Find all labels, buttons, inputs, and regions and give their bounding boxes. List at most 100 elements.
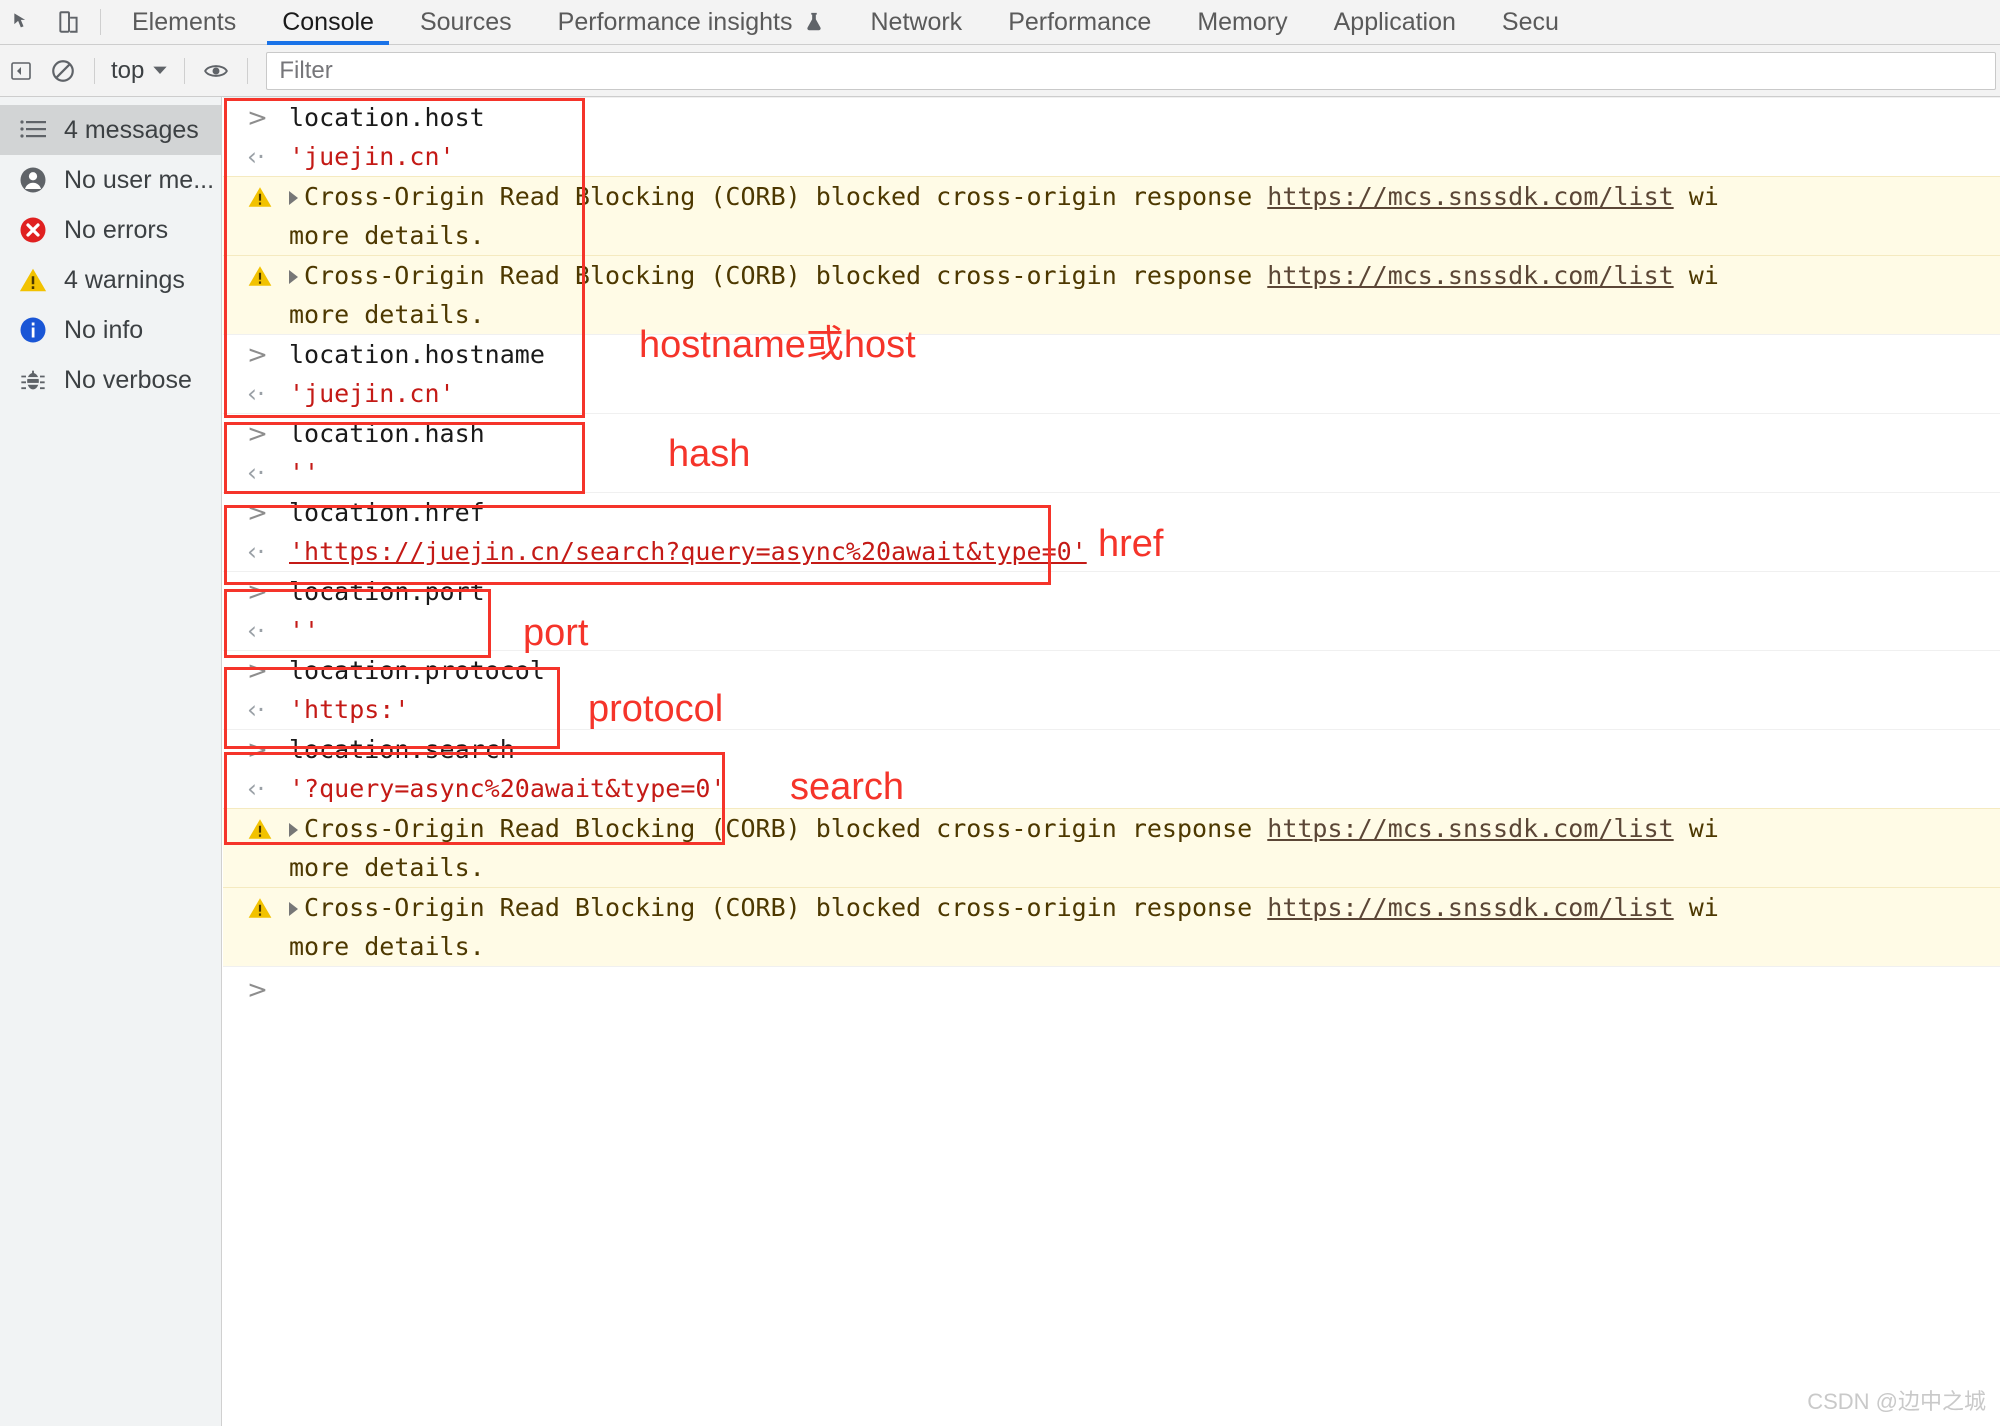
tab-elements[interactable]: Elements [109,0,259,45]
user-icon [18,165,48,195]
console-input-row[interactable]: > location.protocol [223,650,2000,690]
console-warning-row-continued: more details. [223,295,2000,334]
sidebar-item-label: No errors [64,215,169,244]
tab-label: Elements [132,7,237,36]
annotation-label-hash: hash [668,433,751,475]
warning-link[interactable]: https://mcs.snssdk.com/list [1267,814,1673,843]
tab-sources[interactable]: Sources [397,0,535,45]
annotation-label-protocol: protocol [588,688,724,730]
return-glyph: ‹· [247,458,265,487]
csdn-watermark: CSDN @边中之城 [1807,1389,1986,1414]
sidebar-item-user-messages[interactable]: No user me... [0,155,221,205]
expand-triangle-icon[interactable] [289,823,298,837]
console-input-row[interactable]: > location.hostname [223,334,2000,374]
list-icon [18,115,48,145]
console-expression: location.search [289,735,515,764]
console-log-area[interactable]: > location.host ‹· 'juejin.cn' Cross-Origi… [223,97,2000,1426]
console-value: 'juejin.cn' [289,379,455,408]
sidebar-item-label: No user me... [64,165,215,194]
console-prompt-row[interactable]: > [223,966,2000,1013]
warning-text: Cross-Origin Read Blocking (CORB) blocke… [304,261,1268,290]
toolbar-divider [94,57,95,84]
console-warning-row[interactable]: Cross-Origin Read Blocking (CORB) blocke… [223,887,2000,927]
toolbar-divider-3 [247,57,249,84]
sidebar-item-errors[interactable]: No errors [0,205,221,255]
tab-security[interactable]: Secu [1479,0,1582,45]
warning-text-tail: wi [1673,814,1719,843]
device-toolbar-icon[interactable] [46,0,92,45]
expand-triangle-icon[interactable] [289,902,298,916]
console-value: 'https:' [289,695,410,724]
warning-link[interactable]: https://mcs.snssdk.com/list [1267,893,1673,922]
prompt-glyph: > [247,340,268,369]
tab-label: Secu [1501,7,1559,36]
tab-performance[interactable]: Performance [985,0,1174,45]
console-value-link[interactable]: 'https://juejin.cn/search?query=async%20… [289,537,1087,566]
console-warning-row[interactable]: Cross-Origin Read Blocking (CORB) blocke… [223,176,2000,216]
prompt-glyph: > [247,419,268,448]
clear-console-icon[interactable] [42,45,84,97]
tab-label: Application [1333,7,1456,36]
execution-context-label: top [111,56,145,84]
warning-link[interactable]: https://mcs.snssdk.com/list [1267,261,1673,290]
console-input-row[interactable]: > location.search [223,729,2000,769]
console-expression: location.port [289,577,485,606]
annotation-label-hostname: hostname或host [639,324,916,366]
console-value: '' [289,458,320,487]
tab-application[interactable]: Application [1311,0,1479,45]
bug-icon [18,365,48,395]
live-expression-icon[interactable] [195,45,237,97]
info-icon [18,315,48,345]
devtools-window: Elements Console Sources Performance ins… [0,0,2000,1426]
warning-text-line2: more details. [289,932,485,961]
warning-text-line2: more details. [289,853,485,882]
console-value: '?query=async%20await&type=0' [289,774,726,803]
console-input-row[interactable]: > location.hash [223,413,2000,453]
console-expression: location.protocol [289,656,545,685]
warning-text-line2: more details. [289,300,485,329]
return-glyph: ‹· [247,142,265,171]
filter-placeholder: Filter [279,56,333,84]
console-warning-row[interactable]: Cross-Origin Read Blocking (CORB) blocke… [223,255,2000,295]
console-input-row[interactable]: > location.host [223,97,2000,137]
show-console-sidebar-icon[interactable] [0,45,42,97]
tab-label: Console [282,7,374,36]
annotation-label-port: port [523,612,589,654]
console-value: '' [289,616,320,645]
console-filter-input[interactable]: Filter [266,51,1996,90]
console-result-row: ‹· 'juejin.cn' [223,374,2000,413]
sidebar-item-messages[interactable]: 4 messages [0,105,221,155]
sidebar-item-label: 4 warnings [64,265,185,294]
tab-performance-insights[interactable]: Performance insights [535,0,848,45]
warning-text: Cross-Origin Read Blocking (CORB) blocke… [304,182,1268,211]
flask-icon [803,11,825,33]
tab-label: Network [870,7,963,36]
console-value: 'juejin.cn' [289,142,455,171]
console-warning-row[interactable]: Cross-Origin Read Blocking (CORB) blocke… [223,808,2000,848]
console-result-row: ‹· '' [223,453,2000,492]
execution-context-selector[interactable]: top [105,57,174,85]
inspect-element-icon[interactable] [0,0,46,45]
warning-link[interactable]: https://mcs.snssdk.com/list [1267,182,1673,211]
prompt-glyph: > [247,656,268,685]
prompt-glyph: > [247,498,268,527]
console-input-row[interactable]: > location.port [223,571,2000,611]
sidebar-item-verbose[interactable]: No verbose [0,355,221,405]
expand-triangle-icon[interactable] [289,191,298,205]
console-expression: location.hash [289,419,485,448]
sidebar-item-label: No verbose [64,365,192,394]
error-icon [18,215,48,245]
console-warning-row-continued: more details. [223,927,2000,966]
tab-console[interactable]: Console [259,0,397,45]
tab-memory[interactable]: Memory [1174,0,1310,45]
annotation-label-href: href [1098,523,1164,565]
tab-network[interactable]: Network [848,0,986,45]
console-expression: location.hostname [289,340,545,369]
sidebar-item-warnings[interactable]: 4 warnings [0,255,221,305]
sidebar-item-info[interactable]: No info [0,305,221,355]
expand-triangle-icon[interactable] [289,270,298,284]
annotation-label-search: search [790,766,905,808]
return-glyph: ‹· [247,537,265,566]
warning-text: Cross-Origin Read Blocking (CORB) blocke… [304,814,1268,843]
warning-text-tail: wi [1673,182,1719,211]
